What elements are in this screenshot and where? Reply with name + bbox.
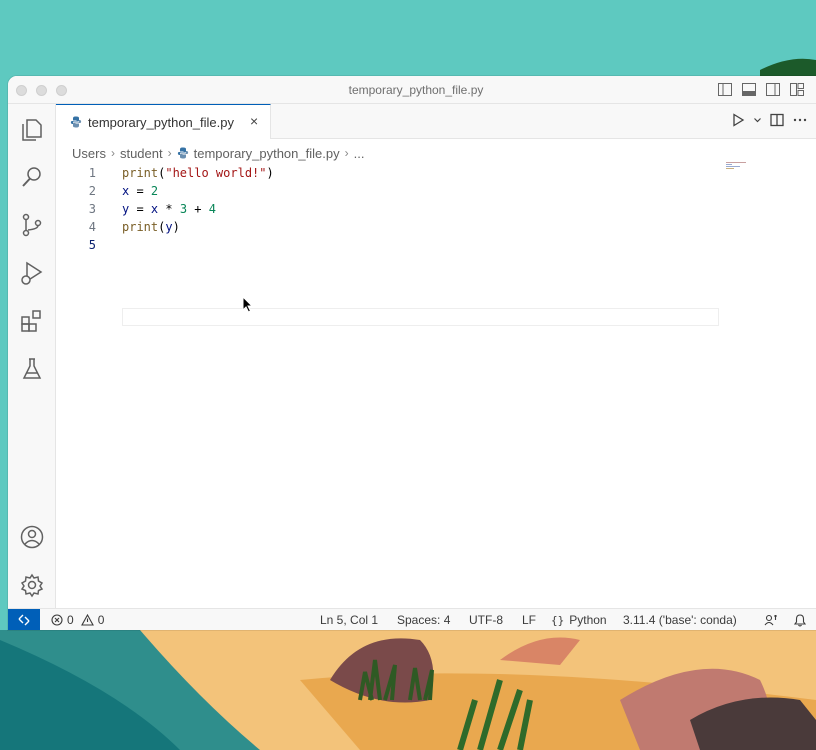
language-label: Python [569,613,607,627]
breadcrumb-item-file[interactable]: temporary_python_file.py [194,146,340,161]
toggle-primary-sidebar-icon[interactable] [718,83,732,96]
remote-icon [18,614,30,626]
notifications-bell-icon[interactable] [794,614,806,627]
code-token: ) [172,220,180,234]
chevron-right-icon: › [167,146,172,160]
chevron-right-icon: › [110,146,115,160]
current-line-highlight [122,308,719,326]
problems-indicator[interactable]: 0 0 [51,613,104,627]
tab-close-icon[interactable]: × [250,113,258,129]
mouse-cursor-icon [242,296,254,313]
python-file-icon [70,116,82,128]
cursor-position[interactable]: Ln 5, Col 1 [320,613,378,627]
line-number: 4 [88,220,96,234]
line-number: 1 [88,166,96,180]
encoding[interactable]: UTF-8 [469,613,503,627]
tab-temporary-python-file[interactable]: temporary_python_file.py × [56,104,271,139]
line-number: 5 [88,238,96,252]
more-actions-ellipsis-icon[interactable] [792,113,808,127]
manage-gear-icon[interactable] [19,572,45,598]
error-icon [51,614,63,626]
code-line[interactable]: x = 2 [122,182,158,200]
code-line[interactable]: print("hello world!") [122,164,274,182]
minimap[interactable] [726,162,776,202]
extensions-icon[interactable] [19,308,45,334]
run-debug-icon[interactable] [19,260,45,286]
search-icon[interactable] [19,164,45,190]
code-line[interactable]: print(y) [122,218,180,236]
end-of-line[interactable]: LF [522,613,536,627]
breadcrumb-item-symbols[interactable]: ... [354,146,365,161]
warning-icon [80,614,94,626]
line-number: 3 [88,202,96,216]
code-token: * [158,202,180,216]
remote-indicator-button[interactable] [8,609,40,630]
run-python-file-icon[interactable] [731,113,745,127]
editor-tab-bar: temporary_python_file.py × [56,104,816,139]
indentation[interactable]: Spaces: 4 [397,613,450,627]
split-editor-icon[interactable] [770,113,784,127]
breadcrumb: Users › student › temporary_python_file.… [72,143,364,163]
source-control-icon[interactable] [19,212,45,238]
code-editor[interactable]: 1 print("hello world!") 2 x = 23y = x * 3 +… [56,162,816,608]
title-bar: temporary_python_file.py [8,76,816,104]
breadcrumb-item-users[interactable]: Users [72,146,106,161]
run-options-chevron-down-icon[interactable] [753,113,762,127]
code-token: y [165,220,173,234]
python-file-icon [177,147,188,159]
layout-controls [718,83,804,96]
code-token: = [129,184,151,198]
toggle-panel-icon[interactable] [742,83,756,96]
code-token: = [129,202,151,216]
toggle-secondary-sidebar-icon[interactable] [766,83,780,96]
code-token: 2 [150,184,159,198]
explorer-icon[interactable] [19,116,45,142]
chevron-right-icon: › [344,146,349,160]
status-bar: 0 0 Ln 5, Col 1 Spaces: 4 UTF-8 LF {} Py… [8,608,816,630]
code-token: 4 [208,202,216,216]
customize-layout-icon[interactable] [790,83,804,96]
testing-icon[interactable] [19,356,45,382]
code-token: "hello world!" [165,166,267,180]
error-count: 0 [67,613,74,627]
feedback-icon[interactable] [764,614,778,626]
breadcrumb-item-student[interactable]: student [120,146,163,161]
line-number: 2 [88,184,96,198]
code-token: + [187,202,209,216]
activity-bar [8,104,56,608]
python-interpreter[interactable]: 3.11.4 ('base': conda) [623,613,737,627]
code-token: ) [266,166,274,180]
vscode-window: temporary_python_file.py temporary_pytho… [8,76,816,630]
window-title: temporary_python_file.py [348,83,484,97]
code-token: print [122,166,159,180]
code-token: print [122,220,159,234]
code-line[interactable]: y = x * 3 + 4 [122,200,216,218]
tab-label: temporary_python_file.py [88,115,234,130]
editor-actions [731,113,808,127]
code-token: 3 [179,202,188,216]
braces-icon: {} [551,613,565,627]
accounts-icon[interactable] [19,524,45,550]
language-mode[interactable]: {} Python [551,613,607,627]
warning-count: 0 [97,613,105,627]
